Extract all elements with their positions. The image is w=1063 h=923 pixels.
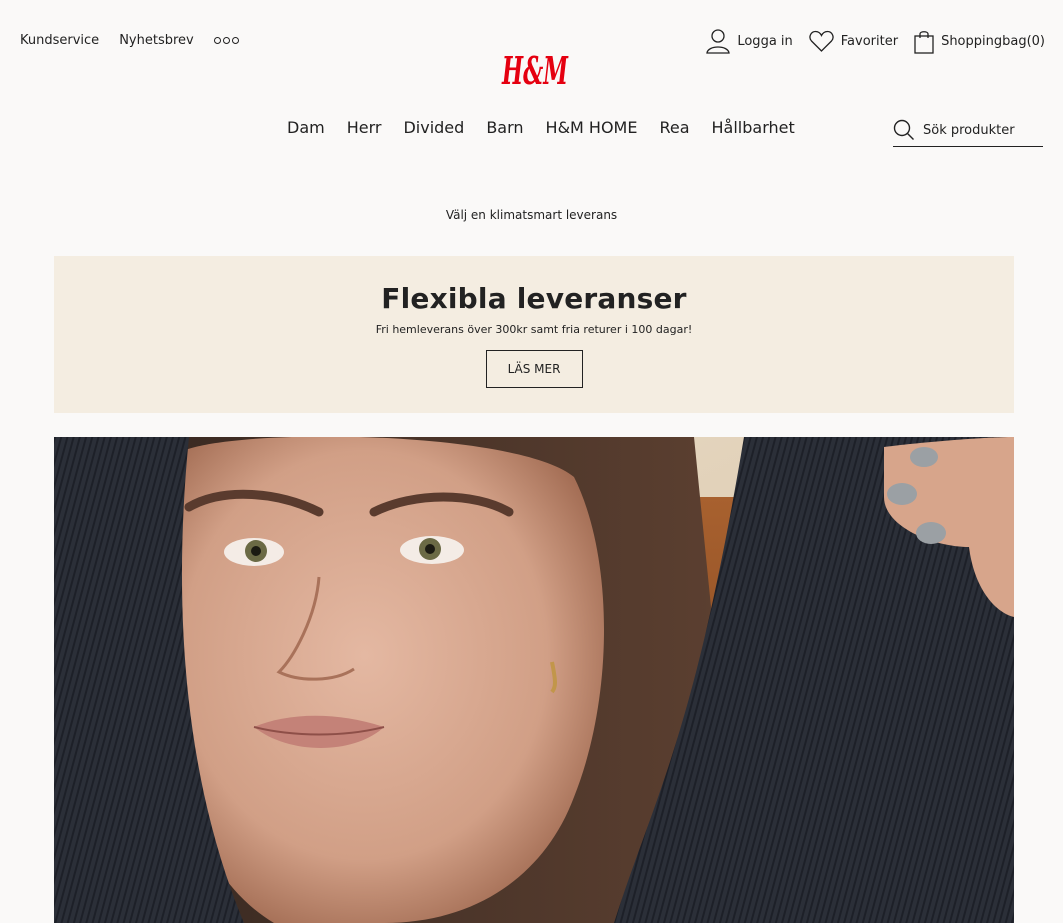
favorites-link[interactable]: Favoriter <box>809 30 898 53</box>
main-nav: Dam Herr Divided Barn H&M HOME Rea Hållb… <box>287 118 795 137</box>
nav-item-divided[interactable]: Divided <box>403 118 464 137</box>
nav-item-hallbarhet[interactable]: Hållbarhet <box>712 118 795 137</box>
more-dots-icon[interactable] <box>213 32 239 48</box>
search-icon[interactable] <box>893 119 915 141</box>
nav-item-rea[interactable]: Rea <box>659 118 689 137</box>
heart-icon <box>809 30 834 52</box>
bag-icon <box>914 30 934 54</box>
delivery-banner: Flexibla leveranser Fri hemleverans över… <box>54 256 1014 413</box>
top-links: Kundservice Nyhetsbrev <box>20 32 239 48</box>
user-icon <box>706 29 731 54</box>
bag-label: Shoppingbag(0) <box>941 33 1045 49</box>
customer-service-link[interactable]: Kundservice <box>20 33 99 48</box>
login-link[interactable]: Logga in <box>706 28 793 54</box>
account-links: Logga in Favoriter Shoppingbag(0) <box>706 28 1045 54</box>
hm-logo[interactable]: H&M <box>500 44 570 96</box>
shopping-bag-link[interactable]: Shoppingbag(0) <box>914 29 1045 54</box>
newsletter-link[interactable]: Nyhetsbrev <box>119 33 194 48</box>
climate-notice[interactable]: Välj en klimatsmart leverans <box>0 208 1063 222</box>
search-input[interactable] <box>923 122 1038 138</box>
hero-image[interactable] <box>54 437 1014 923</box>
login-label: Logga in <box>737 33 793 49</box>
nav-item-hm-home[interactable]: H&M HOME <box>546 118 638 137</box>
nav-item-dam[interactable]: Dam <box>287 118 325 137</box>
nav-item-herr[interactable]: Herr <box>347 118 382 137</box>
read-more-button[interactable]: LÄS MER <box>485 350 583 388</box>
logo-text: H&M <box>501 48 568 92</box>
banner-title: Flexibla leveranser <box>381 282 687 315</box>
favorites-label: Favoriter <box>840 33 899 49</box>
search-bar <box>893 114 1043 147</box>
nav-item-barn[interactable]: Barn <box>486 118 523 137</box>
banner-subtitle: Fri hemleverans över 300kr samt fria ret… <box>375 323 693 336</box>
